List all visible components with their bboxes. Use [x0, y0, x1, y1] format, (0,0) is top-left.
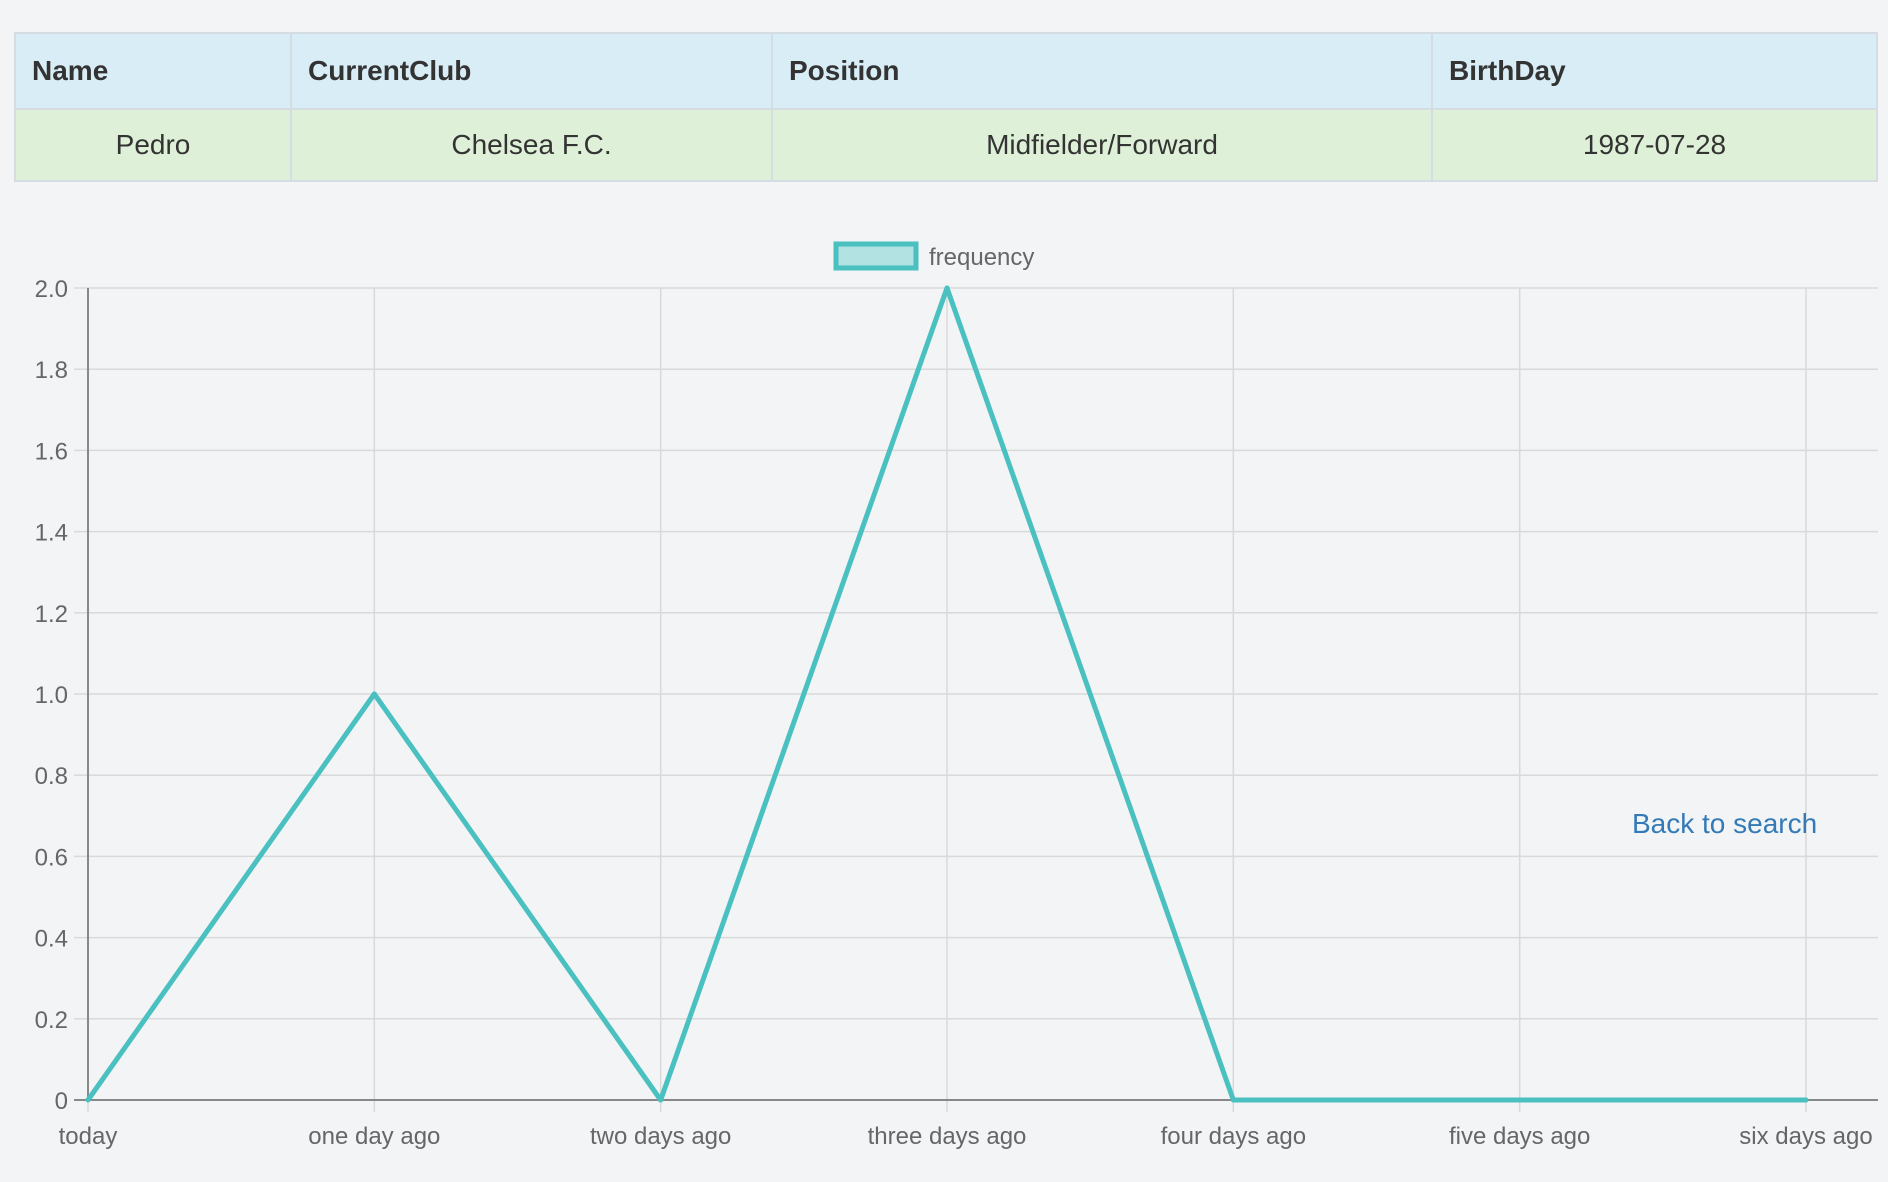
x-tick-label: today [59, 1123, 118, 1150]
x-tick-label: three days ago [868, 1123, 1027, 1150]
table-row: Pedro Chelsea F.C. Midfielder/Forward 19… [14, 108, 1878, 182]
x-tick-label: six days ago [1739, 1123, 1872, 1150]
data-point [944, 285, 950, 291]
cell-birthday: 1987-07-28 [1431, 108, 1878, 182]
column-header-position: Position [771, 32, 1433, 110]
page: Name CurrentClub Position BirthDay Pedro… [0, 0, 1888, 1182]
x-tick-label: two days ago [590, 1123, 731, 1150]
frequency-line-chart: 0 0.2 0.4 0.6 0.8 1.0 1.2 1.4 1.6 1.8 2.0 today one … [35, 241, 1878, 1150]
data-point [658, 1097, 664, 1103]
y-tick-label: 1.4 [35, 520, 68, 547]
y-tick-label: 1.0 [35, 682, 68, 709]
column-header-birthday: BirthDay [1431, 32, 1878, 110]
y-tick-label: 1.2 [35, 601, 68, 628]
y-tick-label: 0 [55, 1088, 68, 1115]
y-tick-label: 1.6 [35, 438, 68, 465]
player-table: Name CurrentClub Position BirthDay Pedro… [14, 32, 1878, 182]
x-tick-label: four days ago [1161, 1123, 1306, 1150]
legend-swatch-frequency [833, 241, 919, 271]
legend-label-frequency: frequency [929, 244, 1034, 271]
y-tick-label: 0.8 [35, 763, 68, 790]
back-to-search-link[interactable]: Back to search [1632, 808, 1817, 840]
y-tick-label: 0.6 [35, 844, 68, 871]
cell-position: Midfielder/Forward [771, 108, 1433, 182]
x-tick-label: one day ago [308, 1123, 440, 1150]
table-header-row: Name CurrentClub Position BirthDay [14, 32, 1878, 110]
x-tick-label: five days ago [1449, 1123, 1590, 1150]
cell-current-club: Chelsea F.C. [290, 108, 773, 182]
cell-name: Pedro [14, 108, 292, 182]
data-point [1230, 1097, 1236, 1103]
column-header-current-club: CurrentClub [290, 32, 773, 110]
y-tick-label: 2.0 [35, 276, 68, 303]
data-point [1517, 1097, 1523, 1103]
data-point [85, 1097, 91, 1103]
data-point [1803, 1097, 1809, 1103]
data-point [371, 691, 377, 697]
column-header-name: Name [14, 32, 292, 110]
y-tick-label: 0.4 [35, 926, 68, 953]
y-tick-label: 0.2 [35, 1007, 68, 1034]
y-tick-label: 1.8 [35, 357, 68, 384]
